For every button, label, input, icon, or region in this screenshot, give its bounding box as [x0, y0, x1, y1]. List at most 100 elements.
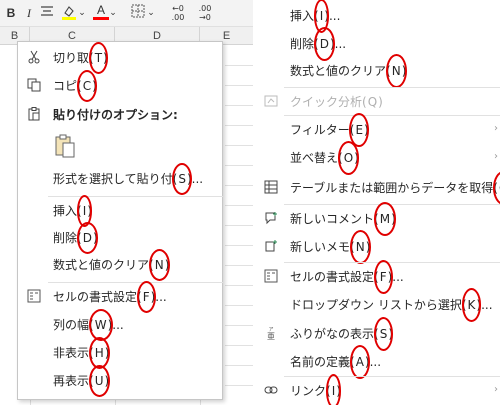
- bold-button[interactable]: B: [4, 4, 18, 22]
- align-icon[interactable]: [40, 4, 54, 22]
- menu-item-label: テーブルまたは範囲からデータを取得: [290, 181, 494, 195]
- menu-item-label: セルの書式設定: [290, 270, 375, 284]
- accelerator-key: W: [88, 309, 113, 341]
- accelerator-key: I: [326, 374, 341, 405]
- grid-line: [225, 285, 253, 286]
- menu-item-label: 並べ替え: [290, 151, 339, 165]
- menu-item-copy[interactable]: コピ(C): [18, 70, 224, 102]
- menu-separator: [284, 376, 500, 377]
- submenu-arrow-icon: ›: [494, 151, 498, 162]
- link-icon: [263, 383, 279, 399]
- menu-item-delete[interactable]: 削除(D)...: [256, 27, 500, 61]
- accelerator-key: S: [172, 163, 192, 195]
- menu-item-label: 挿入: [53, 204, 78, 218]
- grid-line: [225, 345, 253, 346]
- increase-decimal-button[interactable]: ←0 .00: [167, 4, 189, 22]
- italic-button[interactable]: I: [24, 4, 34, 22]
- grid-line: [225, 165, 253, 166]
- menu-separator: [48, 282, 223, 283]
- accelerator-key: H: [88, 337, 110, 369]
- accelerator-key: D: [313, 27, 336, 61]
- decrease-decimal-button[interactable]: .00 →0: [194, 4, 216, 22]
- menu-item-filter[interactable]: フィルター(E): [256, 113, 500, 147]
- menu-item-label: ふりがなの表示: [290, 327, 375, 341]
- menu-item-define-name[interactable]: 名前の定義(A)...: [256, 345, 500, 379]
- menu-item-format-cells[interactable]: セルの書式設定(F)...: [18, 281, 224, 313]
- font-color-dropdown[interactable]: ⌄: [109, 4, 117, 22]
- grid-line: [225, 145, 253, 146]
- clipboard-icon: [26, 107, 42, 123]
- spreadsheet-pane: B I ⌄ A ⌄ ⌄ ←0 .00 .00 →0 B C D E 切り取(T)…: [0, 0, 253, 405]
- menu-item-new-note[interactable]: 新しいメモ(N): [256, 230, 500, 264]
- menu-item-unhide[interactable]: 再表示(U): [18, 365, 224, 397]
- menu-item-quick-analysis: クイック分析(Q): [256, 89, 500, 115]
- menu-item-new-comment[interactable]: 新しいコメント(M): [256, 202, 500, 236]
- menu-item-label: 形式を選択して貼り付: [53, 172, 173, 186]
- menu-item-dropdown-list[interactable]: ドロップダウン リストから選択(K)...: [256, 288, 500, 322]
- menu-item-label: ドロップダウン リストから選択: [290, 298, 462, 312]
- menu-item-suffix: ...: [369, 355, 382, 369]
- grid-line: [225, 225, 253, 226]
- phonetic-icon: ア亜: [263, 326, 279, 342]
- menu-item-label: 数式と値のクリア: [290, 64, 387, 78]
- table-icon: [263, 180, 279, 196]
- menu-item-insert[interactable]: 挿入(I): [18, 195, 224, 227]
- menu-item-suffix: ...: [334, 37, 347, 51]
- accelerator-key: D: [76, 222, 99, 254]
- menu-item-delete[interactable]: 削除(D): [18, 222, 224, 254]
- formatting-toolbar: B I ⌄ A ⌄ ⌄ ←0 .00 .00 →0: [0, 0, 253, 27]
- menu-item-label: 削除: [53, 231, 78, 245]
- grid-line: [225, 385, 253, 386]
- font-color-button[interactable]: A: [93, 4, 109, 22]
- accelerator-key: A: [349, 345, 371, 379]
- menu-item-suffix: ...: [481, 298, 493, 312]
- menu-item-clear-contents[interactable]: 数式と値のクリア(N): [18, 249, 224, 281]
- copy-icon: [26, 78, 42, 94]
- accelerator-key: E: [349, 113, 369, 147]
- menu-item-label: リンク: [290, 384, 327, 398]
- menu-separator: [284, 87, 500, 88]
- menu-item-hide[interactable]: 非表示(H): [18, 337, 224, 369]
- menu-item-label: フィルター: [290, 123, 350, 137]
- menu-item-insert[interactable]: 挿入(I)...: [256, 0, 500, 33]
- grid-line: [225, 105, 253, 106]
- border-dropdown[interactable]: ⌄: [147, 4, 155, 22]
- menu-item-label: コピ: [53, 79, 78, 93]
- menu-item-label: 名前の定義: [290, 355, 351, 369]
- grid-line: [225, 305, 253, 306]
- menu-item-show-phonetic[interactable]: ア亜 ふりがなの表示(S): [256, 317, 500, 351]
- menu-item-label: 再表示: [53, 374, 90, 388]
- menu-item-label: 数式と値のクリア: [53, 258, 150, 272]
- scissors-icon: [26, 50, 42, 66]
- accelerator-key: T: [88, 42, 109, 74]
- menu-item-get-data[interactable]: テーブルまたは範囲からデータを取得(G)...: [256, 171, 500, 205]
- menu-item-column-width[interactable]: 列の幅(W)...: [18, 309, 224, 341]
- fill-color-icon[interactable]: [60, 4, 78, 22]
- fill-color-dropdown[interactable]: ⌄: [78, 4, 86, 22]
- menu-item-sort[interactable]: 並べ替え(O): [256, 141, 500, 175]
- menu-item-paste-special[interactable]: 形式を選択して貼り付(S)...: [18, 163, 224, 195]
- grid-line: [225, 125, 253, 126]
- grid-line: [225, 65, 253, 66]
- grid-line: [225, 245, 253, 246]
- menu-item-link[interactable]: リンク(I): [256, 374, 500, 405]
- accelerator-key: Q: [367, 95, 378, 109]
- menu-item-clear-contents[interactable]: 数式と値のクリア(N): [256, 54, 500, 88]
- menu-item-label: 新しいコメント: [290, 212, 375, 226]
- grid-line: [225, 185, 253, 186]
- grid-line: [225, 365, 253, 366]
- accelerator-key: O: [337, 141, 360, 175]
- submenu-arrow-icon: ›: [494, 123, 498, 134]
- paste-clipboard-icon[interactable]: [54, 134, 76, 158]
- menu-separator: [48, 196, 223, 197]
- paste-options-heading: 貼り付けのオプション:: [18, 103, 224, 127]
- border-icon[interactable]: [130, 4, 146, 22]
- accelerator-key: S: [373, 317, 393, 351]
- accelerator-key: I: [314, 0, 329, 33]
- accelerator-key: N: [385, 54, 407, 88]
- accelerator-key: I: [77, 195, 92, 227]
- accelerator-key: N: [349, 230, 371, 264]
- menu-item-cut[interactable]: 切り取(T): [18, 42, 224, 74]
- menu-item-format-cells[interactable]: セルの書式設定(F)...: [256, 260, 500, 294]
- menu-item-label: 切り取: [53, 51, 90, 65]
